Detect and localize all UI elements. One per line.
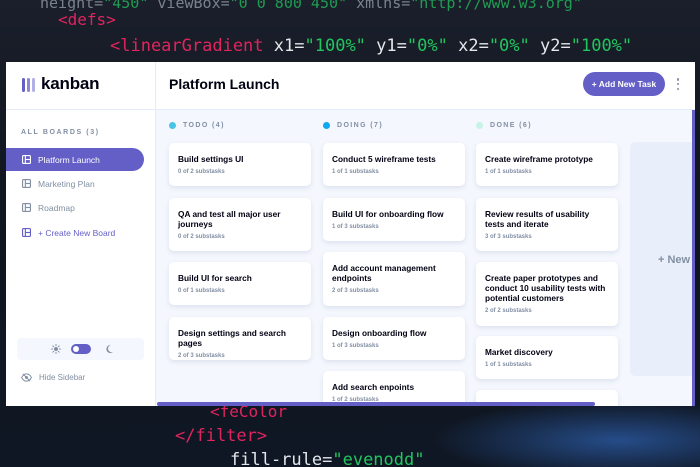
task-title: QA and test all major user journeys — [178, 209, 281, 229]
task-subtasks: 1 of 1 substasks — [485, 362, 532, 368]
logo: kanban — [6, 62, 156, 110]
sidebar: ALL BOARDS (3) Platform Launch Marketing… — [6, 110, 156, 406]
theme-toggle[interactable] — [71, 344, 91, 354]
sidebar-item-label: Platform Launch — [38, 154, 100, 165]
task-title: Create paper prototypes and conduct 10 u… — [485, 273, 606, 303]
task-subtasks: 1 of 1 substasks — [332, 169, 379, 175]
toggle-knob — [73, 346, 79, 352]
task-card[interactable]: Design onboarding flow 1 of 3 substasks — [323, 317, 465, 360]
column-header: DONE (6) — [476, 122, 532, 129]
task-title: Design settings and search pages — [178, 328, 286, 348]
vertical-scrollbar[interactable] — [692, 110, 695, 406]
task-title: Build settings UI — [178, 154, 244, 164]
sidebar-item-label: Marketing Plan — [38, 178, 95, 189]
theme-switcher — [17, 338, 144, 360]
task-subtasks: 2 of 3 substasks — [332, 288, 379, 294]
all-boards-heading: ALL BOARDS (3) — [21, 129, 100, 136]
kebab-menu-icon[interactable] — [676, 78, 680, 90]
column-color-dot — [323, 122, 330, 129]
top-bar: kanban Platform Launch + Add New Task — [6, 62, 695, 110]
task-title: Design onboarding flow — [332, 328, 427, 338]
board-icon — [22, 179, 31, 188]
task-card[interactable]: Add search enpoints 1 of 2 substasks — [323, 371, 465, 406]
task-title: Build UI for onboarding flow — [332, 209, 444, 219]
board-icon — [22, 203, 31, 212]
task-title: Conduct 5 wireframe tests — [332, 154, 436, 164]
task-subtasks: 3 of 3 substasks — [485, 234, 532, 240]
task-card[interactable]: Build settings UI 0 of 2 substasks — [169, 143, 311, 186]
task-card[interactable]: Conduct 5 wireframe tests 1 of 1 substas… — [323, 143, 465, 186]
task-subtasks: 1 of 3 substasks — [332, 343, 379, 349]
task-subtasks: 1 of 1 substasks — [485, 169, 532, 175]
sidebar-item-label: Roadmap — [38, 202, 75, 213]
task-title: Add search enpoints — [332, 382, 415, 392]
column-title: DONE (6) — [490, 122, 532, 129]
task-title: Market discovery — [485, 347, 553, 357]
code-line: <linearGradient x1="100%" y1="0%" x2="0%… — [110, 36, 633, 56]
code-line: height="450" viewBox="0 0 800 450" xmlns… — [40, 0, 582, 12]
task-card[interactable]: Create wireframe prototype 1 of 1 substa… — [476, 143, 618, 186]
new-column-label: + New — [658, 254, 691, 266]
task-card[interactable]: Build UI for onboarding flow 1 of 3 subs… — [323, 198, 465, 241]
task-title: Add account management endpoints — [332, 263, 436, 283]
sidebar-item-platform-launch[interactable]: Platform Launch — [6, 148, 144, 171]
sidebar-item-marketing-plan[interactable]: Marketing Plan — [6, 172, 144, 195]
task-subtasks: 1 of 3 substasks — [332, 224, 379, 230]
light-glow — [430, 400, 700, 467]
task-title: Review results of usability tests and it… — [485, 209, 590, 229]
logo-icon — [22, 78, 35, 92]
hide-sidebar-label: Hide Sidebar — [39, 373, 86, 382]
logo-text: kanban — [41, 74, 100, 93]
task-card[interactable]: QA and test all major user journeys 0 of… — [169, 198, 311, 251]
create-new-board-label: + Create New Board — [38, 227, 116, 238]
task-card[interactable]: Design settings and search pages 2 of 3 … — [169, 317, 311, 360]
code-line: <defs> — [58, 10, 116, 29]
task-subtasks: 0 of 2 substasks — [178, 234, 225, 240]
column-header: TODO (4) — [169, 122, 225, 129]
hide-sidebar-button[interactable]: Hide Sidebar — [21, 373, 85, 382]
eye-slash-icon — [21, 373, 32, 382]
kanban-app-window: kanban Platform Launch + Add New Task AL… — [6, 62, 695, 406]
board-icon — [22, 155, 31, 164]
task-title: Create wireframe prototype — [485, 154, 593, 164]
column-header: DOING (7) — [323, 122, 383, 129]
create-new-board-button[interactable]: + Create New Board — [6, 221, 144, 244]
column-color-dot — [169, 122, 176, 129]
task-subtasks: 2 of 3 substasks — [178, 353, 225, 359]
task-card[interactable]: Add account management endpoints 2 of 3 … — [323, 252, 465, 306]
horizontal-scrollbar[interactable] — [157, 402, 595, 406]
task-title: Build UI for search — [178, 273, 252, 283]
sun-icon — [51, 344, 61, 354]
task-subtasks: 0 of 2 substasks — [178, 169, 225, 175]
add-new-task-button[interactable]: + Add New Task — [583, 72, 665, 96]
task-subtasks: 2 of 2 substasks — [485, 308, 532, 314]
sidebar-item-roadmap[interactable]: Roadmap — [6, 196, 144, 219]
task-card[interactable]: Create paper prototypes and conduct 10 u… — [476, 262, 618, 326]
code-line: </filter> — [175, 426, 268, 446]
code-line: fill-rule="evenodd" — [230, 450, 425, 467]
column-title: DOING (7) — [337, 122, 384, 129]
new-column-button[interactable]: + New — [630, 142, 695, 376]
page-title: Platform Launch — [169, 76, 280, 92]
task-subtasks: 0 of 1 substasks — [178, 288, 225, 294]
column-title: TODO (4) — [183, 122, 225, 129]
board-icon — [22, 228, 31, 237]
task-card[interactable]: Review results of usability tests and it… — [476, 198, 618, 251]
moon-icon — [106, 344, 114, 354]
column-color-dot — [476, 122, 483, 129]
task-card[interactable]: Build UI for search 0 of 1 substasks — [169, 262, 311, 305]
task-card[interactable]: Market discovery 1 of 1 substasks — [476, 336, 618, 379]
